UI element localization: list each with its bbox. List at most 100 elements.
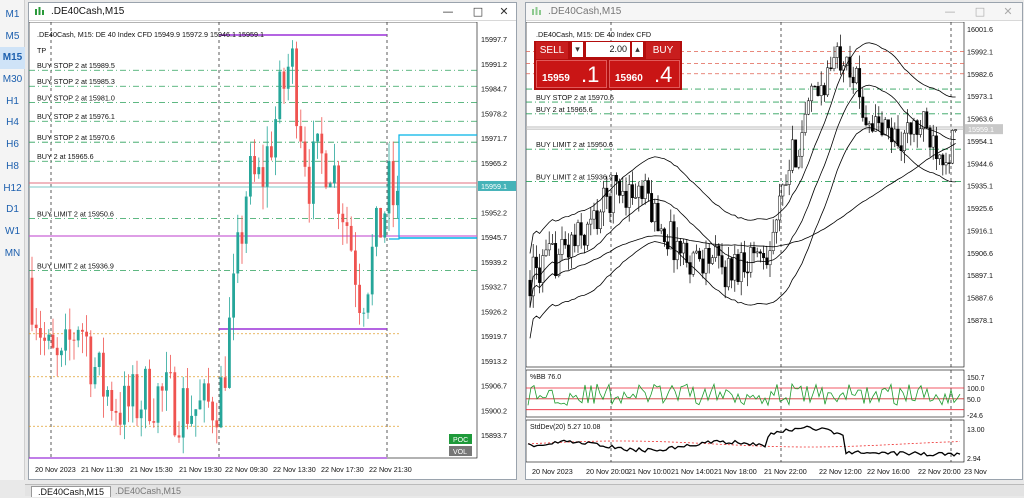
- timeframe-w1-button[interactable]: W1: [0, 221, 25, 243]
- candle-body: [669, 221, 673, 250]
- volume-input[interactable]: 2.00: [586, 42, 630, 57]
- candle-body: [102, 352, 105, 397]
- timeframe-m15-button[interactable]: M15: [0, 47, 25, 70]
- window-1-title: .DE40Cash,M15: [51, 6, 125, 17]
- timeframe-d1-button[interactable]: D1: [0, 199, 25, 221]
- one-click-trading-panel: SELL ▾ 2.00 ▴ BUY 15959 .1 15960 .4: [534, 41, 682, 90]
- candle-body: [643, 180, 647, 199]
- candle-body: [307, 166, 311, 204]
- price-tick: 15919.7: [481, 332, 507, 341]
- candle-body: [934, 135, 938, 159]
- minimize-button[interactable]: —: [434, 4, 462, 20]
- candle-body: [627, 184, 631, 208]
- time-tick: 22 Nov 16:00: [867, 467, 910, 476]
- price-tick: 15932.7: [481, 283, 507, 292]
- buy-price-box[interactable]: 15960 .4: [609, 60, 680, 88]
- maximize-button[interactable]: □: [966, 4, 994, 20]
- candle-body: [223, 377, 227, 388]
- chart-icon: [35, 7, 44, 15]
- window-2-titlebar[interactable]: .DE40Cash,M15 — □ ✕: [526, 3, 1022, 21]
- timeframe-m30-button[interactable]: M30: [0, 69, 25, 91]
- candle-body: [925, 111, 929, 129]
- tab-chart-1[interactable]: .DE40Cash,M15: [31, 486, 112, 497]
- candle-body: [123, 385, 126, 425]
- candle-body: [778, 195, 782, 221]
- time-tick: 23 Nov: [964, 467, 987, 476]
- candle-body: [822, 85, 826, 96]
- candle-body: [68, 329, 72, 340]
- candle-body: [816, 86, 820, 96]
- candle-body: [173, 372, 177, 436]
- candle-body: [324, 153, 328, 188]
- timeframe-bar: M1 M5 M15 M30 H1 H4 H6 H8 H12 D1 W1 MN: [0, 0, 25, 480]
- candle-body: [114, 410, 118, 413]
- candle-body: [236, 232, 240, 274]
- candle-body: [790, 139, 794, 171]
- candle-body: [906, 122, 910, 134]
- candle-body: [762, 252, 766, 259]
- candle-body: [169, 372, 172, 374]
- chart-2-canvas[interactable]: BUY STOP 2 at 15976.1BUY STOP 2 at 15970…: [526, 22, 1022, 480]
- candle-body: [181, 388, 185, 438]
- timeframe-h1-button[interactable]: H1: [0, 91, 25, 113]
- candle-body: [954, 129, 958, 131]
- candle-body: [659, 228, 663, 232]
- timeframe-m1-button[interactable]: M1: [0, 4, 25, 26]
- timeframe-h6-button[interactable]: H6: [0, 134, 25, 156]
- candle-body: [586, 223, 590, 246]
- candle-body: [387, 161, 391, 214]
- candle-body: [691, 252, 695, 275]
- order-label: BUY LIMIT 2 at 15950.6: [536, 140, 613, 149]
- tp-label: TP: [37, 46, 46, 55]
- candle-body: [366, 294, 370, 313]
- candle-body: [127, 385, 130, 407]
- candle-body: [257, 167, 261, 175]
- window-1-titlebar[interactable]: .DE40Cash,M15 — □ ✕: [29, 3, 516, 21]
- bb-indicator-label: %BB 76.0: [530, 374, 561, 381]
- maximize-button[interactable]: □: [464, 4, 492, 20]
- buy-button[interactable]: BUY: [646, 42, 680, 59]
- vol-label: VOL: [453, 449, 467, 456]
- volume-decrease-button[interactable]: ▾: [572, 42, 583, 57]
- candle-body: [97, 352, 101, 368]
- price-tick: 15935.1: [967, 182, 993, 191]
- candle-body: [396, 190, 399, 206]
- candle-body: [902, 132, 906, 151]
- timeframe-h8-button[interactable]: H8: [0, 156, 25, 178]
- chart-1-canvas[interactable]: BUY STOP 2 at 15989.5 BUY STOP 2 at 15985…: [29, 22, 516, 480]
- candle-body: [160, 386, 164, 391]
- candle-body: [598, 211, 602, 230]
- candle-body: [650, 193, 654, 223]
- timeframe-m5-button[interactable]: M5: [0, 26, 25, 48]
- candle-body: [144, 368, 147, 410]
- candle-body: [282, 71, 286, 89]
- close-button[interactable]: ✕: [994, 4, 1022, 20]
- candle-body: [832, 57, 836, 69]
- volume-increase-button[interactable]: ▴: [632, 42, 643, 57]
- chart-window-2: .DE40Cash,M15 — □ ✕ BUY STOP 2 at 15976.…: [525, 2, 1023, 480]
- sell-button[interactable]: SELL: [536, 42, 568, 59]
- minimize-button[interactable]: —: [936, 4, 964, 20]
- price-tick: 16001.6: [967, 25, 993, 34]
- candle-body: [51, 334, 55, 348]
- candle-body: [886, 119, 890, 129]
- timeframe-mn-button[interactable]: MN: [0, 243, 25, 265]
- timeframe-h12-button[interactable]: H12: [0, 178, 25, 200]
- price-tick: 15952.2: [481, 208, 507, 217]
- candle-body: [742, 252, 746, 273]
- candle-body: [72, 339, 76, 341]
- candle-body: [261, 167, 265, 187]
- tab-chart-2[interactable]: .DE40Cash,M15: [109, 486, 187, 497]
- timeframe-h4-button[interactable]: H4: [0, 112, 25, 134]
- candle-body: [566, 244, 570, 258]
- candle-body: [534, 256, 538, 269]
- bid-price-small: 15959: [542, 73, 570, 84]
- candle-body: [354, 250, 357, 285]
- candle-body: [55, 347, 59, 356]
- price-tick: 15982.6: [967, 70, 993, 79]
- stddev-axis-tick: 2.94: [967, 456, 981, 463]
- sell-price-box[interactable]: 15959 .1: [536, 60, 607, 88]
- candle-body: [730, 258, 734, 281]
- close-button[interactable]: ✕: [490, 4, 518, 20]
- candle-body: [864, 117, 868, 126]
